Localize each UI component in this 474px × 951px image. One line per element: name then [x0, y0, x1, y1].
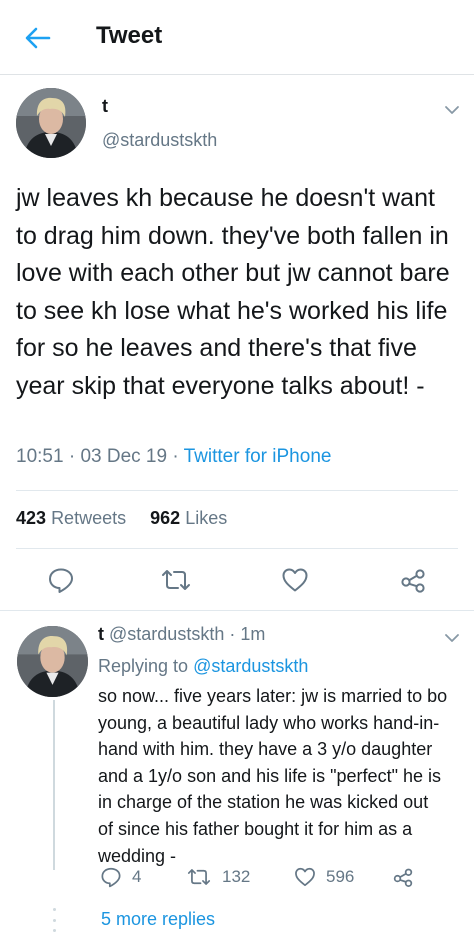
author-handle[interactable]: @stardustskth: [102, 130, 217, 151]
reply-retweet-button[interactable]: 132: [186, 866, 250, 888]
reply-button[interactable]: [47, 566, 75, 599]
share-nodes-icon: [393, 868, 413, 887]
likes-label: Likes: [185, 508, 228, 528]
retweet-arrows-icon: [187, 869, 211, 885]
heart-icon: [295, 867, 315, 887]
reply-reply-button[interactable]: 4: [100, 866, 141, 888]
heart-icon: [282, 568, 308, 592]
reply-avatar[interactable]: [17, 626, 88, 697]
profile-photo-icon: [17, 626, 88, 697]
avatar[interactable]: [16, 88, 86, 158]
speech-bubble-icon: [49, 568, 73, 593]
retweet-button[interactable]: [160, 566, 192, 599]
chevron-down-icon: [445, 634, 459, 642]
reply-reply-count: 4: [132, 867, 142, 886]
meta-separator: ·: [172, 446, 184, 467]
retweet-arrows-icon: [162, 570, 190, 590]
engagement-stats: 423 Retweets 962 Likes: [16, 508, 227, 529]
thread-dot: [52, 929, 56, 932]
tweet-meta: 10:51 · 03 Dec 19 · Twitter for iPhone: [16, 446, 331, 468]
tweet-date[interactable]: 03 Dec 19: [80, 446, 167, 467]
retweets-count: 423: [16, 508, 47, 528]
reply-share-button[interactable]: [392, 866, 414, 888]
reply-header: t @stardustskth · 1m: [98, 624, 265, 645]
likes-stat[interactable]: 962 Likes: [150, 508, 227, 528]
reply-author-handle[interactable]: @stardustskth: [109, 624, 224, 644]
divider: [16, 548, 458, 549]
tweet-text: jw leaves kh because he doesn't want to …: [16, 184, 450, 400]
page-title: Tweet: [96, 22, 163, 49]
share-button[interactable]: [399, 566, 427, 599]
share-nodes-icon: [401, 569, 425, 593]
thread-connector-line: [53, 700, 55, 870]
speech-bubble-icon: [101, 867, 121, 888]
arrow-left-icon: [25, 27, 51, 49]
thread-dots: [51, 908, 57, 932]
reply-like-button[interactable]: 596: [294, 866, 354, 888]
replying-to-link[interactable]: @stardustskth: [193, 656, 308, 676]
retweets-stat[interactable]: 423 Retweets: [16, 508, 126, 528]
reply-text: so now... five years later: jw is marrie…: [98, 686, 448, 866]
tweet-time[interactable]: 10:51: [16, 446, 64, 467]
tweet-menu-button[interactable]: [442, 100, 462, 120]
replying-to: Replying to @stardustskth: [98, 656, 308, 677]
thread-dot: [52, 918, 56, 922]
section-divider: [0, 610, 474, 611]
more-replies-link[interactable]: 5 more replies: [101, 909, 215, 930]
retweets-label: Retweets: [51, 508, 127, 528]
profile-photo-icon: [16, 88, 86, 158]
reply-author-name[interactable]: t: [98, 624, 104, 644]
tweet-source-link[interactable]: Twitter for iPhone: [184, 446, 332, 467]
reply-age: 1m: [240, 624, 266, 644]
like-button[interactable]: [281, 566, 309, 599]
divider: [16, 490, 458, 491]
reply-menu-button[interactable]: [442, 628, 462, 648]
back-button[interactable]: [24, 24, 52, 52]
replying-to-label: Replying to: [98, 656, 189, 676]
reply-like-count: 596: [326, 867, 355, 886]
chevron-down-icon: [445, 106, 459, 114]
reply-retweet-count: 132: [222, 867, 251, 886]
meta-separator: ·: [229, 624, 236, 644]
likes-count: 962: [150, 508, 181, 528]
top-bar: Tweet: [0, 0, 474, 75]
thread-dot: [52, 908, 56, 911]
author-name[interactable]: t: [102, 96, 108, 117]
meta-separator: ·: [68, 446, 81, 467]
